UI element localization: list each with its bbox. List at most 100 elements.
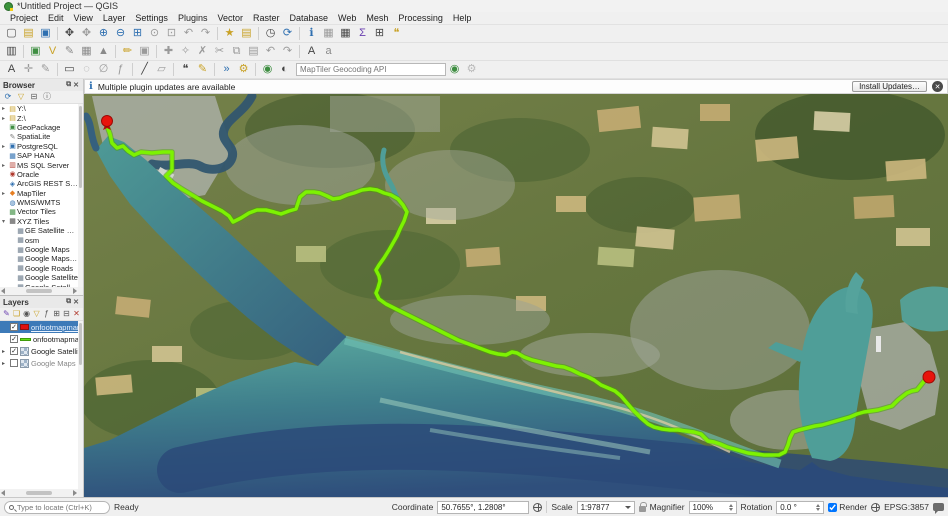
- redo-icon[interactable]: ↷: [279, 44, 296, 59]
- zoom-last-icon[interactable]: ↶: [180, 26, 197, 41]
- menu-edit[interactable]: Edit: [44, 12, 68, 24]
- save-edits-icon[interactable]: ▣: [136, 44, 153, 59]
- new-virtual-layer-icon[interactable]: ▦: [78, 44, 95, 59]
- browser-item-ms-sql-server[interactable]: ▸▥MS SQL Server: [0, 160, 78, 169]
- vertex-tool-icon[interactable]: ✧: [177, 44, 194, 59]
- scroll-left-icon[interactable]: [1, 288, 5, 294]
- browser-item-wms-wmts[interactable]: ◍WMS/WMTS: [0, 198, 78, 207]
- browser-item-google-roads[interactable]: ▦Google Roads: [0, 264, 78, 273]
- close-browser-icon[interactable]: ✕: [72, 81, 80, 89]
- menu-view[interactable]: View: [70, 12, 97, 24]
- move-label-icon[interactable]: ✛: [20, 62, 37, 77]
- zoom-to-layer-icon[interactable]: ⊡: [163, 26, 180, 41]
- browser-item-vector-tiles[interactable]: ▦Vector Tiles: [0, 207, 78, 216]
- select-features-icon[interactable]: ▦: [320, 26, 337, 41]
- delete-selected-icon[interactable]: ✗: [194, 44, 211, 59]
- pan-map-icon[interactable]: ✥: [61, 26, 78, 41]
- browser-item-osm[interactable]: ▦osm: [0, 235, 78, 244]
- temporal-controller-icon[interactable]: ◷: [262, 26, 279, 41]
- toggle-editing-icon[interactable]: ✏: [119, 44, 136, 59]
- undock-layers-icon[interactable]: ⧉: [65, 298, 72, 306]
- browser-collapse-all-icon[interactable]: ⊟: [28, 92, 40, 103]
- layer-diagram-icon[interactable]: a: [320, 44, 337, 59]
- map-tips-icon[interactable]: ❝: [177, 62, 194, 77]
- statistics-icon[interactable]: Σ: [354, 26, 371, 41]
- menu-database[interactable]: Database: [286, 12, 333, 24]
- browser-item-google-satellite[interactable]: ▦Google Satellite: [0, 273, 78, 282]
- browser-properties-icon[interactable]: ⓘ: [41, 92, 53, 103]
- menu-project[interactable]: Project: [6, 12, 42, 24]
- geocode-run-icon[interactable]: ◉: [446, 62, 463, 77]
- add-group-icon[interactable]: ❏: [12, 309, 21, 320]
- menu-layer[interactable]: Layer: [99, 12, 130, 24]
- menu-help[interactable]: Help: [449, 12, 476, 24]
- render-checkbox-input[interactable]: [828, 503, 837, 512]
- extents-icon[interactable]: [533, 503, 542, 512]
- close-message-icon[interactable]: ✕: [932, 81, 943, 92]
- chevron-right-icon[interactable]: ▸: [2, 348, 8, 355]
- locator-box[interactable]: [4, 501, 110, 514]
- new-shapefile-icon[interactable]: V: [44, 44, 61, 59]
- undo-icon[interactable]: ↶: [262, 44, 279, 59]
- osm-place-search-icon[interactable]: ◉: [259, 62, 276, 77]
- browser-refresh-icon[interactable]: ⟳: [2, 92, 14, 103]
- new-mesh-icon[interactable]: ▲: [95, 44, 112, 59]
- cut-features-icon[interactable]: ✂: [211, 44, 228, 59]
- new-map-view-icon[interactable]: ⊞: [371, 26, 388, 41]
- labeling-icon[interactable]: A: [303, 44, 320, 59]
- geocode-settings-icon[interactable]: ⚙: [463, 62, 480, 77]
- identify-features-icon[interactable]: ℹ: [303, 26, 320, 41]
- menu-vector[interactable]: Vector: [213, 12, 247, 24]
- zoom-out-icon[interactable]: ⊖: [112, 26, 129, 41]
- browser-item-arcgis-rest-servers[interactable]: ◈ArcGIS REST Servers: [0, 179, 78, 188]
- save-project-icon[interactable]: ▣: [37, 26, 54, 41]
- measure-area-icon[interactable]: ▱: [153, 62, 170, 77]
- expand-all-icon[interactable]: ⊞: [52, 309, 61, 320]
- browser-vertical-scrollbar[interactable]: [78, 104, 83, 287]
- copy-features-icon[interactable]: ⧉: [228, 44, 245, 59]
- new-bookmark-icon[interactable]: ★: [221, 26, 238, 41]
- scale-combo[interactable]: 1:97877: [577, 501, 635, 514]
- browser-item-geopackage[interactable]: ▣GeoPackage: [0, 123, 78, 132]
- measure-line-icon[interactable]: ╱: [136, 62, 153, 77]
- new-spatialite-icon[interactable]: ✎: [61, 44, 78, 59]
- undock-browser-icon[interactable]: ⧉: [65, 81, 72, 89]
- zoom-to-selection-icon[interactable]: ⊙: [146, 26, 163, 41]
- coordinate-value[interactable]: 50.7655°, 1.2808°: [437, 501, 529, 514]
- magnifier-spinner[interactable]: 100%: [689, 501, 737, 514]
- refresh-map-icon[interactable]: ⟳: [279, 26, 296, 41]
- select-freehand-icon[interactable]: ◌: [78, 62, 95, 77]
- show-bookmarks-icon[interactable]: ▤: [238, 26, 255, 41]
- change-label-icon[interactable]: ✎: [37, 62, 54, 77]
- attribute-table-icon[interactable]: ▦: [337, 26, 354, 41]
- browser-item-google-maps-al-[interactable]: ▦Google Maps (Al…: [0, 254, 78, 263]
- chevron-right-icon[interactable]: ▸: [2, 360, 8, 367]
- label-options-icon[interactable]: A: [3, 62, 20, 77]
- open-project-icon[interactable]: ▤: [20, 26, 37, 41]
- layer-visibility-checkbox[interactable]: ✓: [10, 323, 18, 331]
- browser-horizontal-scrollbar[interactable]: [0, 287, 78, 295]
- browser-item-postgresql[interactable]: ▸▣PostgreSQL: [0, 142, 78, 151]
- layer-item-google-maps[interactable]: ▸Google Maps: [0, 357, 78, 369]
- data-source-manager-icon[interactable]: ▥: [3, 44, 20, 59]
- collapse-all-icon[interactable]: ⊟: [62, 309, 71, 320]
- layer-styling-icon[interactable]: ✎: [2, 309, 11, 320]
- new-project-icon[interactable]: ▢: [3, 26, 20, 41]
- render-checkbox[interactable]: Render: [828, 502, 867, 512]
- filter-expression-icon[interactable]: ƒ: [42, 309, 51, 320]
- browser-item-sap-hana[interactable]: ▦SAP HANA: [0, 151, 78, 160]
- remove-layer-icon[interactable]: ✕: [72, 309, 81, 320]
- browser-item-ge-satellite-only[interactable]: ▦GE Satellite only: [0, 226, 78, 235]
- menu-web[interactable]: Web: [334, 12, 360, 24]
- layer-item-onfootmapmarker[interactable]: ✓onfootmapmarker: [0, 321, 78, 333]
- browser-item-google-maps[interactable]: ▦Google Maps: [0, 245, 78, 254]
- crs-value[interactable]: EPSG:3857: [884, 502, 929, 512]
- layers-horizontal-scrollbar[interactable]: [0, 489, 78, 497]
- browser-filter-icon[interactable]: ▽: [15, 92, 27, 103]
- menu-raster[interactable]: Raster: [249, 12, 284, 24]
- map-canvas[interactable]: [84, 94, 948, 497]
- manage-themes-icon[interactable]: ◉: [22, 309, 31, 320]
- select-rectangle-icon[interactable]: ▭: [61, 62, 78, 77]
- install-updates-button[interactable]: Install Updates…: [852, 81, 927, 92]
- layer-visibility-checkbox[interactable]: ✓: [10, 335, 18, 343]
